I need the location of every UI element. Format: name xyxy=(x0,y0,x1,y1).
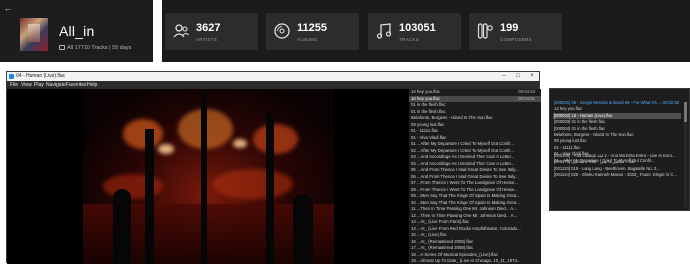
playlist-track-title: 16 ...At_ (Remastered 2008).flac xyxy=(411,238,474,244)
playlist-track-title: 04 ...And Accordinge As I Desired Ther C… xyxy=(411,160,515,166)
artists-icon xyxy=(173,24,189,38)
stat-tracks-label: TRACKS xyxy=(399,37,420,42)
menu-favorites[interactable]: Favorites xyxy=(66,82,87,88)
playlist-track-title: 08 ...From Thence I Went To The Landgrav… xyxy=(411,186,518,192)
stat-artists-label: ARTISTS xyxy=(196,37,218,42)
library-subtitle-text: All 17710 Tracks | 55 days xyxy=(67,45,132,51)
close-icon[interactable]: × xyxy=(525,72,539,81)
playlist-track-title: Belafonte, Burgess - Island In The Sun.f… xyxy=(411,115,493,120)
playlist-track-title: 09 ...Men Say That The Kinge Of Spain Is… xyxy=(411,193,520,198)
stat-card-tracks[interactable]: 103051 TRACKS xyxy=(368,13,461,50)
tracks-icon xyxy=(376,23,392,39)
playlist-track-title: 01 - 11111.flac xyxy=(411,128,439,133)
minimize-icon[interactable]: – xyxy=(497,72,511,81)
playlist-track-title: 19 ...Almost Up To Date_ (Live In Chicag… xyxy=(411,258,521,263)
stat-albums-label: ALBUMS xyxy=(297,37,318,42)
playlist-track-title: 03 ...And Accordinge As I Desired Ther C… xyxy=(411,154,515,159)
library-cover-image xyxy=(20,18,48,51)
menu-view[interactable]: View xyxy=(21,82,32,88)
menu-file[interactable]: File xyxy=(10,82,18,88)
stat-card-artists[interactable]: 3627 ARTISTS xyxy=(165,13,258,50)
maximize-icon[interactable]: □ xyxy=(511,72,525,81)
library-subtitle: All 17710 Tracks | 55 days xyxy=(59,45,131,51)
stat-tracks-value: 103051 xyxy=(399,22,436,34)
playlist-track-title: 01 ...After My Departure I Cried To Myse… xyxy=(411,141,515,146)
playlist-track-title: 15 ...At_ (Live).flac xyxy=(411,232,447,237)
playlist-track-title: 01 in the flesh.flac xyxy=(411,108,446,114)
playlist-track-title: 01 in the flesh.flac xyxy=(411,102,446,107)
playlist-track-title: 01 - Viva Vladi.flac xyxy=(411,134,447,140)
mini-scrollbar[interactable] xyxy=(684,102,687,207)
mini-scrollbar-thumb[interactable] xyxy=(684,102,687,122)
playlist-track-title: 07 ...From Thence I Went To The Landgrav… xyxy=(411,180,518,185)
playlist-track-title: 17 ...At_ (Remastered 2008).flac xyxy=(411,245,474,250)
stat-card-albums[interactable]: 11255 ALBUMS xyxy=(266,13,359,50)
playlist-track-title: 14 hey you.flac xyxy=(411,89,440,94)
playlist-track-title: 18 ...A Series Of Musical Episodes_(Live… xyxy=(411,251,498,257)
stat-composers-value: 199 xyxy=(500,22,519,34)
menu-navigate[interactable]: Navigate xyxy=(46,82,66,88)
playlist-track-title: 14 ...At_ (Live From Red Rocks Amphithea… xyxy=(411,225,521,231)
library-header: ← All_in All 17710 Tracks | 55 days xyxy=(0,0,153,62)
playlist-track-title: 13 ...At_ (Live From Paris).flac xyxy=(411,219,470,224)
album-artwork xyxy=(83,89,334,264)
menu-bar: File View Play Navigate Favorites Help xyxy=(7,81,539,89)
window-title: 04 - Human (Live).flac xyxy=(16,73,66,79)
video-area[interactable] xyxy=(7,89,409,264)
playlist-row[interactable]: 19 ...Almost Up To Date_ (Live In Chicag… xyxy=(409,258,541,264)
window-titlebar[interactable]: 04 - Human (Live).flac – □ × xyxy=(7,72,539,81)
albums-icon xyxy=(274,23,290,39)
playlist-track-title: 10 ...Men Say That The Kinge Of Spain Is… xyxy=(411,199,520,205)
stat-composers-label: COMPOSERS xyxy=(500,37,532,42)
back-arrow-icon[interactable]: ← xyxy=(3,3,13,13)
stats-bar: 3627 ARTISTS 11255 ALBUMS 103051 TRACKS … xyxy=(162,0,690,62)
menu-help[interactable]: Help xyxy=(87,82,97,88)
player-window: 04 - Human (Live).flac – □ × File View P… xyxy=(6,71,541,264)
playlist-panel: 14 hey you.flac 00:04:43 16 hey you.flac 00… xyxy=(409,89,541,264)
mini-playlist-panel: [000001] 08 - Sergei Mendes & Brasil 66 … xyxy=(549,88,690,211)
tracks-list-icon xyxy=(59,45,65,50)
composers-icon xyxy=(477,23,493,39)
playlist-track-title: 09 young lust.flac xyxy=(411,121,445,127)
menu-play[interactable]: Play xyxy=(34,82,44,88)
app-icon xyxy=(9,74,14,79)
playlist-track-title: 16 hey you.flac xyxy=(411,95,440,101)
playlist-track-title: 05 ...And From Thence I Had Great Desire… xyxy=(411,167,519,172)
mini-playlist-lower: [000106] - Ana Lailaqa لا ليلة - Ana Ma … xyxy=(553,153,681,179)
mini-playlist-row[interactable]: [001144] 026 - Sheku Kanneh-Mason - 3333… xyxy=(553,172,681,178)
library-title: All_in xyxy=(59,23,95,39)
playlist-track-title: 11 ...Then In Time Passing One Mr. Johns… xyxy=(411,206,517,211)
stat-albums-value: 11255 xyxy=(297,22,327,34)
stat-artists-value: 3627 xyxy=(196,22,221,34)
stat-card-composers[interactable]: 199 COMPOSERS xyxy=(469,13,562,50)
playlist-track-title: 06 ...And From Thence I Had Great Desire… xyxy=(411,173,519,179)
playlist-track-title: 02 ...After My Departure I Cried To Myse… xyxy=(411,147,515,153)
playlist-track-title: 12 ...Then In Time Passing One Mr. Johns… xyxy=(411,212,518,218)
